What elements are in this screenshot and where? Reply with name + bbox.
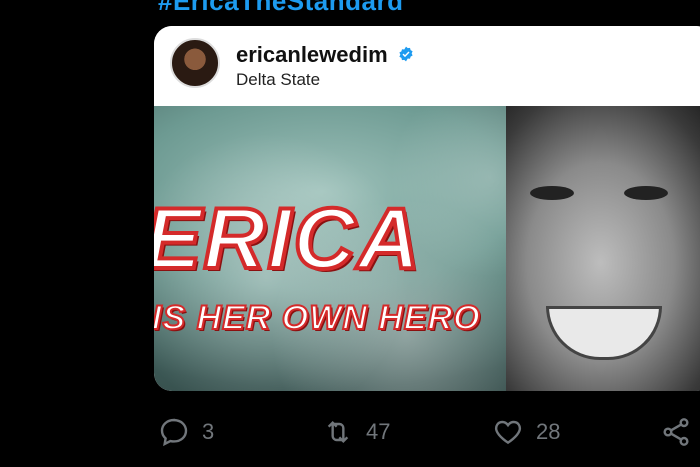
hero-portrait [506,106,700,391]
portrait-eye-left [530,186,574,200]
like-button[interactable]: 28 [492,412,560,452]
like-icon [494,420,522,445]
share-icon [663,418,689,446]
reply-button[interactable]: 3 [158,412,214,452]
share-button[interactable] [660,412,692,452]
tweet-actions: 3 47 28 [0,412,700,452]
hero-subtitle: IS HER OWN HERO [154,299,481,337]
retweet-icon [327,420,349,444]
media-card[interactable]: ericanlewedim Delta State ERICA IS HER O… [154,26,700,391]
portrait-smile [546,306,662,360]
hashtag-link[interactable]: #EricaTheStandard [158,0,403,17]
avatar[interactable] [170,38,220,88]
retweet-button[interactable]: 47 [322,412,390,452]
reply-count: 3 [202,419,215,444]
username[interactable]: ericanlewedim [236,42,388,68]
location: Delta State [236,70,321,89]
portrait-eye-right [624,186,668,200]
hero-image[interactable]: ERICA IS HER OWN HERO [154,106,700,391]
verified-icon [399,46,413,62]
retweet-count: 47 [366,419,391,444]
like-count: 28 [536,419,561,444]
reply-icon [160,418,188,447]
card-header: ericanlewedim Delta State [154,26,700,106]
hero-title: ERICA [154,191,422,287]
